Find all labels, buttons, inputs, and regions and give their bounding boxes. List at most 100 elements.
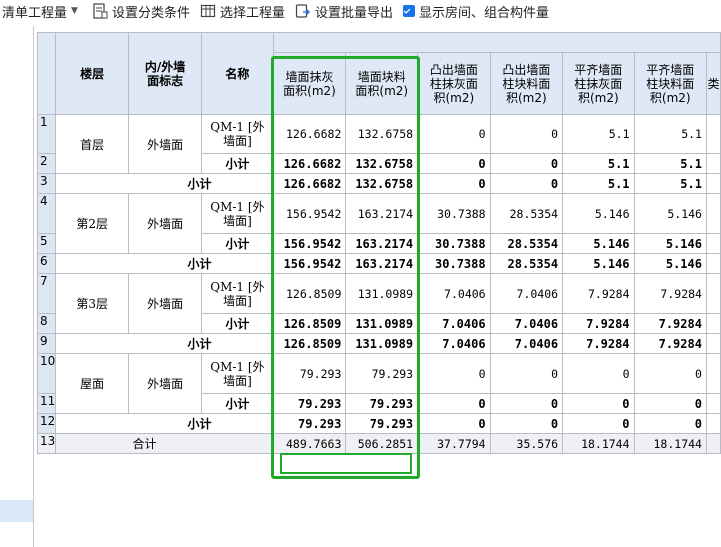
value-cell: 163.2174 (345, 233, 419, 254)
value-cell: 30.7388 (417, 193, 491, 234)
value-cell: 5.146 (633, 253, 707, 274)
value-cell (705, 413, 721, 434)
value-cell: 163.2174 (345, 193, 419, 234)
value-cell: 0 (633, 413, 707, 434)
value-cell: 0 (417, 353, 491, 394)
table-row[interactable]: 1 首层 外墙面 QM-1 [外 墙面] 126.6682 132.6758 0 … (36, 114, 721, 174)
wall-tile-area-header[interactable]: 墙面块料 面积(m2) (345, 52, 419, 115)
header-group-blank (272, 32, 721, 53)
value-cell: 0 (417, 173, 491, 194)
table-row[interactable]: 3 小计 126.6682 132.6758 0 0 5.1 5.1 (36, 173, 721, 194)
row-number: 8 (36, 313, 57, 334)
value-cell: 5.1 (562, 173, 635, 194)
value-cell: 126.8509 (272, 313, 347, 334)
value-cell: 0 (562, 413, 635, 434)
value-cell: 131.0989 (345, 313, 419, 334)
value-cell: 132.6758 (345, 114, 419, 154)
value-cell: 7.9284 (562, 273, 635, 314)
table-grid-icon (200, 4, 216, 18)
wall-plaster-area-header[interactable]: 墙面抹灰 面积(m2) (272, 52, 347, 115)
protruding-column-tile-header[interactable]: 凸出墙面 柱块料面 积(m2) (489, 52, 564, 115)
value-cell: 0 (489, 153, 564, 174)
value-cell: 5.1 (633, 173, 707, 194)
value-cell: 79.293 (345, 413, 419, 434)
table-row[interactable]: 10 屋面 外墙面 QM-1 [外 墙面] 79.293 79.293 0 0 0… (36, 353, 721, 414)
choose-quantity-button[interactable]: 选择工程量 (200, 2, 285, 21)
wall-side-cell: 外墙面 (128, 353, 203, 414)
row-number: 13 (36, 433, 57, 454)
quantity-table: 楼层 内/外墙 面标志 名称 墙面抹灰 面积(m2) 墙面块料 面积(m2) 凸出墙面… (36, 32, 721, 454)
value-cell: 0 (417, 114, 491, 154)
row-number: 9 (36, 333, 57, 354)
grand-total-label: 合计 (55, 433, 274, 454)
value-cell: 126.8509 (272, 333, 347, 354)
table-row[interactable]: 7 第3层 外墙面 QM-1 [外 墙面] 126.8509 131.0989 7… (36, 273, 721, 334)
value-cell: 131.0989 (345, 273, 419, 314)
checkbox-checked-icon (402, 5, 415, 17)
batch-export-button[interactable]: 设置批量导出 (295, 2, 393, 21)
show-rooms-checkbox[interactable]: 显示房间、组合构件量 (402, 2, 549, 21)
toolbar: 清单工程量 ▼ 设置分类条件 选择工程量 设置批量导出 显示房间、组合构件量 (0, 0, 721, 22)
quantity-type-value: 清单工程量 (2, 5, 68, 21)
floor-cell: 第3层 (55, 273, 130, 334)
table-row[interactable]: 12 小计 79.293 79.293 0 0 0 0 (36, 413, 721, 434)
row-number: 1 (36, 114, 57, 154)
value-cell: 7.9284 (562, 313, 635, 334)
name-cell: QM-1 [外 墙面] (201, 193, 274, 234)
flush-column-tile-header[interactable]: 平齐墙面 柱块料面 积(m2) (633, 52, 707, 115)
wall-side-header[interactable]: 内/外墙 面标志 (128, 32, 203, 115)
value-cell (705, 114, 721, 154)
floor-subtotal-label: 小计 (55, 173, 274, 194)
table-row[interactable]: 6 小计 156.9542 163.2174 30.7388 28.5354 5… (36, 253, 721, 274)
name-cell: QM-1 [外 墙面] (201, 353, 274, 394)
value-cell: 7.0406 (489, 273, 564, 314)
value-cell: 5.146 (633, 193, 707, 234)
floor-header[interactable]: 楼层 (55, 32, 130, 115)
value-cell: 35.576 (489, 433, 564, 454)
value-cell: 7.0406 (489, 333, 564, 354)
floor-cell: 第2层 (55, 193, 130, 254)
value-cell: 5.1 (562, 153, 635, 174)
value-cell: 132.6758 (345, 173, 419, 194)
flush-column-plaster-header[interactable]: 平齐墙面 柱抹灰面 积(m2) (562, 52, 635, 115)
set-classify-button[interactable]: 设置分类条件 (92, 2, 190, 21)
floor-subtotal-label: 小计 (55, 413, 274, 434)
value-cell: 5.146 (562, 253, 635, 274)
batch-export-label: 设置批量导出 (314, 5, 393, 21)
chevron-down-icon: ▼ (71, 6, 78, 16)
left-panel-selected-item[interactable] (0, 500, 33, 522)
value-cell: 7.9284 (633, 273, 707, 314)
value-cell: 7.0406 (417, 313, 491, 334)
classify-icon (93, 3, 108, 19)
name-header[interactable]: 名称 (201, 32, 274, 115)
wall-side-cell: 外墙面 (128, 193, 203, 254)
quantity-type-select[interactable]: 清单工程量 ▼ (0, 1, 82, 21)
value-cell: 5.1 (633, 114, 707, 154)
value-cell (705, 253, 721, 274)
total-row[interactable]: 13 合计 489.7663 506.2851 37.7794 35.576 1… (36, 433, 721, 454)
protruding-column-plaster-header[interactable]: 凸出墙面 柱抹灰面 积(m2) (417, 52, 491, 115)
value-cell: 18.1744 (633, 433, 707, 454)
value-cell: 156.9542 (272, 193, 347, 234)
value-cell: 79.293 (345, 393, 419, 414)
value-cell: 28.5354 (489, 233, 564, 254)
subtotal-label: 小计 (201, 393, 274, 414)
value-cell (705, 233, 721, 254)
row-number: 3 (36, 173, 57, 194)
value-cell: 5.146 (633, 233, 707, 254)
set-classify-label: 设置分类条件 (111, 5, 190, 21)
subtotal-label: 小计 (201, 313, 274, 334)
value-cell: 30.7388 (417, 253, 491, 274)
table-row[interactable]: 4 第2层 外墙面 QM-1 [外 墙面] 156.9542 163.2174 3… (36, 193, 721, 254)
value-cell: 0 (633, 393, 707, 414)
row-number: 5 (36, 233, 57, 254)
floor-cell: 首层 (55, 114, 130, 174)
row-number: 2 (36, 153, 57, 174)
value-cell: 0 (562, 353, 635, 394)
value-cell: 7.9284 (633, 333, 707, 354)
table-row[interactable]: 9 小计 126.8509 131.0989 7.0406 7.0406 7.9… (36, 333, 721, 354)
value-cell: 79.293 (272, 393, 347, 414)
floor-cell: 屋面 (55, 353, 130, 414)
value-cell: 126.6682 (272, 114, 347, 154)
truncated-column-header[interactable]: 类 (705, 52, 721, 115)
